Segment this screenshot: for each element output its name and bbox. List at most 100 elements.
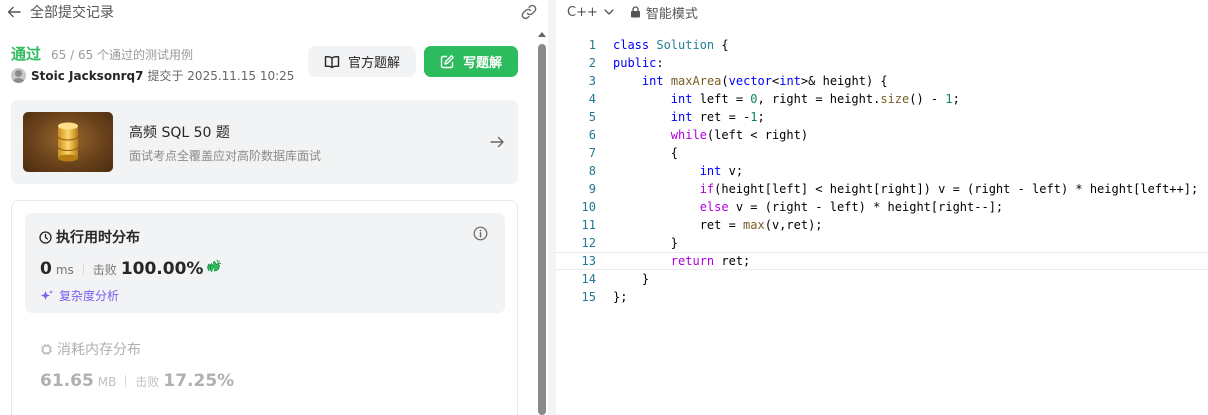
complexity-label: 复杂度分析 [59,289,120,303]
code-text: int v; [699,164,744,178]
code-line[interactable]: 11 ret = max(v,ret); [556,216,1208,234]
code-line[interactable]: 15}; [556,288,1208,306]
code-line[interactable]: 8 int v; [556,162,1208,180]
code-line[interactable]: 13 return ret; [556,252,1208,270]
runtime-value: 0 [40,259,52,279]
database-cylinder-icon [23,112,113,172]
code-text: } [613,236,679,250]
code-text: else v = (right - left) * height[right--… [699,200,1004,214]
submit-time: 提交于 2025.11.15 10:25 [147,69,295,83]
language-label: C++ [567,4,598,20]
code-text: public: [613,56,664,70]
submission-header: 全部提交记录 [0,0,548,24]
line-number: 2 [588,56,596,70]
clap-hands-icon [207,259,222,273]
code-line[interactable]: 2 public: [556,54,1208,72]
runtime-unit: ms [55,263,74,277]
code-text: ret = max(v,ret); [613,218,823,232]
line-number: 11 [581,218,596,232]
status-row: 通过 65 / 65 个通过的测试用例 [11,43,193,64]
submission-panel: 全部提交记录 通过 65 / 65 个通过的测试用例 Stoic Jackson… [0,0,548,415]
official-solution-label: 官方题解 [347,56,400,71]
code-text: int maxArea(vector<int>& height) { [641,74,888,88]
line-number: 8 [588,164,596,178]
mode-label: 智能模式 [645,6,698,22]
line-number: 7 [588,146,596,160]
code-line[interactable]: 4 int left = 0, right = height.size() - … [556,90,1208,108]
code-text: } [613,272,650,286]
line-number: 10 [581,200,596,214]
code-editor-panel: C++ 智能模式 1 class Solution { 2 public: 3 int … [556,0,1208,415]
code-line[interactable]: 1 class Solution { [556,36,1208,54]
sparkle-icon [41,289,53,300]
chip-icon [41,343,52,355]
info-icon[interactable] [473,226,488,245]
code-line[interactable]: 7 { [556,144,1208,162]
line-number: 13 [581,254,596,268]
back-arrow-icon[interactable] [6,4,22,20]
promo-subtitle: 面试考点全覆盖应对高阶数据库面试 [129,149,322,163]
memory-values: 61.65 MB 击败 17.25% [40,371,234,391]
memory-unit: MB [97,375,117,389]
complexity-analysis-link[interactable]: 复杂度分析 [40,287,119,304]
line-number: 9 [588,182,596,196]
line-number: 14 [581,272,596,286]
submitter-row: Stoic Jacksonrq7 提交于 2025.11.15 10:25 [11,67,294,84]
official-solution-button[interactable]: 官方题解 [308,46,416,77]
code-text: if(height[left] < height[right]) v = (ri… [699,182,1199,196]
code-line[interactable]: 14 } [556,270,1208,288]
write-solution-label: 写题解 [462,56,502,71]
code-line[interactable]: 6 while(left < right) [556,126,1208,144]
code-line[interactable]: 12 } [556,234,1208,252]
arrow-right-icon [489,134,505,154]
language-selector[interactable]: C++ [567,5,614,20]
line-number: 1 [588,38,596,52]
code-line[interactable]: 10 else v = (right - left) * height[righ… [556,198,1208,216]
link-icon[interactable] [520,4,538,20]
clock-icon [39,230,52,244]
line-number: 4 [588,92,596,106]
panel-divider[interactable] [548,0,556,415]
code-text: }; [613,290,628,304]
code-line[interactable]: 5 int ret = -1; [556,108,1208,126]
code-text: { [613,146,679,160]
code-line[interactable]: 3 int maxArea(vector<int>& height) { [556,72,1208,90]
line-number: 15 [581,290,596,304]
code-text: int left = 0, right = height.size() - 1; [670,92,960,106]
runtime-distribution[interactable]: 执行用时分布 0 ms 击败 100.00% 复杂度分析 [25,213,505,313]
app-root: 全部提交记录 通过 65 / 65 个通过的测试用例 Stoic Jackson… [0,0,1208,415]
runtime-beat-value: 100.00% [120,259,204,279]
runtime-values: 0 ms 击败 100.00% [40,259,222,279]
memory-beat-label: 击败 [135,375,160,389]
editor-mode[interactable]: 智能模式 [630,3,698,22]
code-area[interactable]: 1 class Solution { 2 public: 3 int maxArea(v… [556,36,1208,306]
line-number: 5 [588,110,596,124]
username[interactable]: Stoic Jacksonrq7 [31,69,143,83]
memory-title-label: 消耗内存分布 [57,342,141,358]
scrollbar-thumb[interactable] [538,44,546,415]
editor-toolbar: C++ 智能模式 [556,0,1208,24]
separator [82,263,84,275]
memory-value: 61.65 [40,371,94,391]
code-text: return ret; [670,254,751,268]
line-number: 6 [588,128,596,142]
code-line[interactable]: 9 if(height[left] < height[right]) v = (… [556,180,1208,198]
code-text: class Solution { [613,38,729,52]
sql-study-plan-card[interactable]: 高频 SQL 50 题 面试考点全覆盖应对高阶数据库面试 [11,100,518,184]
header-title: 全部提交记录 [30,5,114,21]
performance-card: 执行用时分布 0 ms 击败 100.00% 复杂度分析 消耗内存分布 61.6… [11,200,518,415]
avatar[interactable] [11,68,26,83]
memory-title[interactable]: 消耗内存分布 [40,339,141,359]
promo-title: 高频 SQL 50 题 [129,125,230,141]
runtime-title: 执行用时分布 [39,227,140,247]
lock-icon [630,6,640,18]
memory-beat-value: 17.25% [163,371,235,391]
book-icon [324,55,340,68]
edit-icon [440,55,454,69]
line-number: 3 [588,74,596,88]
write-solution-button[interactable]: 写题解 [424,46,518,77]
runtime-title-label: 执行用时分布 [56,230,140,246]
runtime-beat-label: 击败 [92,263,117,277]
separator [125,375,127,387]
scroll-up-arrow-icon[interactable] [538,32,546,37]
